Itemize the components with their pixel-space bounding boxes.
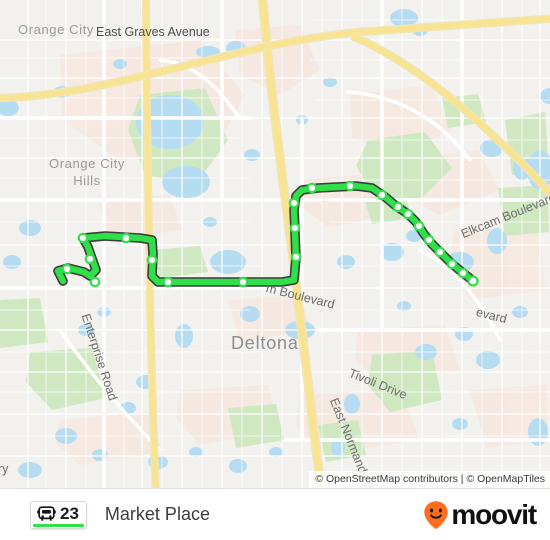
map-canvas[interactable]: Orange City East Graves Avenue Orange Ci… — [0, 0, 550, 488]
route-stop-marker[interactable] — [423, 234, 435, 246]
route-badge[interactable]: 23 — [30, 500, 87, 529]
route-stop-marker[interactable] — [344, 180, 356, 192]
route-stop-marker[interactable] — [413, 220, 425, 232]
route-stop-marker[interactable] — [289, 222, 301, 234]
route-footer-bar: 23 Market Place moovit — [0, 488, 550, 540]
route-stop-marker[interactable] — [392, 201, 404, 213]
route-stop-marker[interactable] — [146, 254, 158, 266]
route-stop-marker[interactable] — [446, 258, 458, 270]
route-stop-marker[interactable] — [457, 267, 469, 279]
route-stop-marker[interactable] — [77, 232, 89, 244]
route-stop-marker[interactable] — [434, 246, 446, 258]
route-number: 23 — [60, 503, 79, 523]
route-color-underline — [33, 523, 84, 527]
route-stop-marker[interactable] — [376, 189, 388, 201]
bus-icon — [37, 505, 56, 521]
route-stop-marker[interactable] — [288, 197, 300, 209]
moovit-pin-icon — [424, 500, 449, 529]
moovit-route-map-screen: Orange City East Graves Avenue Orange Ci… — [0, 0, 550, 540]
moovit-brand-logo[interactable]: moovit — [423, 498, 537, 530]
moovit-wordmark: moovit — [451, 498, 537, 530]
route-stop-marker[interactable] — [402, 208, 414, 220]
map-tiles — [0, 0, 550, 488]
route-stop-marker[interactable] — [89, 276, 101, 288]
route-stop-marker[interactable] — [290, 251, 302, 263]
map-attribution[interactable]: © OpenStreetMap contributors | © OpenMap… — [309, 471, 550, 488]
route-stop-marker[interactable] — [120, 232, 132, 244]
route-stop-marker[interactable] — [237, 276, 249, 288]
route-terminus-marker[interactable] — [467, 275, 479, 287]
route-stop-marker[interactable] — [84, 253, 96, 265]
route-stop-marker[interactable] — [162, 276, 174, 288]
route-stop-marker[interactable] — [61, 263, 73, 275]
route-destination: Market Place — [104, 504, 210, 524]
route-stop-marker[interactable] — [306, 182, 318, 194]
